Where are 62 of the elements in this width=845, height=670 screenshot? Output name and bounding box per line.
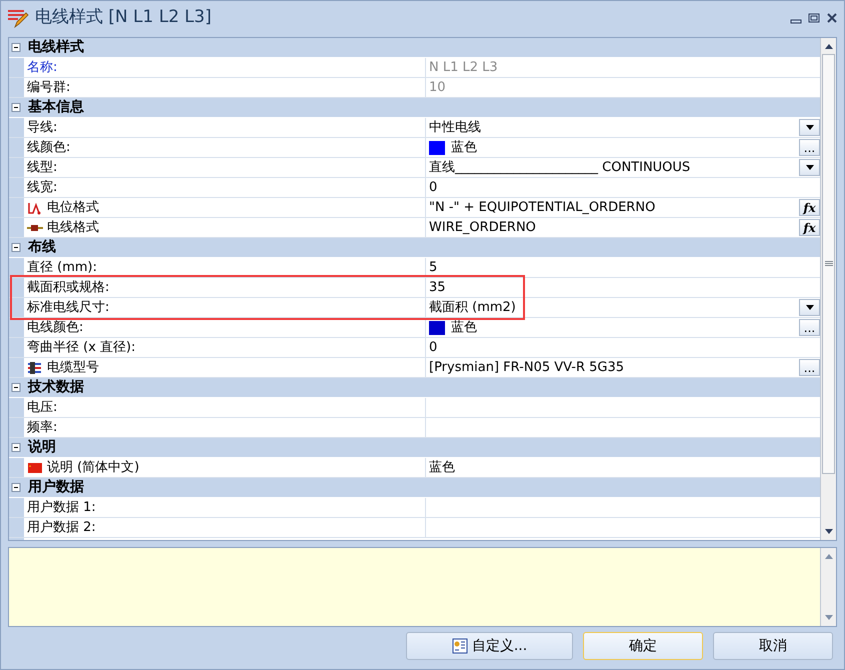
- formula-button[interactable]: fx: [799, 199, 820, 216]
- caret-icon: [806, 165, 814, 170]
- close-icon[interactable]: [826, 12, 838, 24]
- property-label: 线宽:: [27, 178, 58, 197]
- maximize-icon[interactable]: [808, 12, 820, 24]
- property-label: 频率:: [27, 418, 58, 437]
- browse-button[interactable]: ...: [799, 139, 820, 156]
- dialog-button[interactable]: 自定义...: [406, 632, 573, 660]
- property-value: 蓝色: [429, 458, 455, 477]
- caret-icon: [806, 125, 814, 130]
- dropdown-button[interactable]: [799, 119, 820, 136]
- scrollbar[interactable]: [820, 548, 836, 626]
- property-label: 弯曲半径 (x 直径):: [27, 338, 136, 357]
- group-title: 电线样式: [28, 38, 84, 57]
- property-label: 编号群:: [27, 78, 70, 97]
- property-value: 中性电线: [429, 118, 481, 137]
- property-label: 电缆型号: [47, 358, 99, 377]
- property-value: WIRE_ORDERNO: [429, 218, 536, 237]
- grip-icon: [824, 261, 832, 267]
- formula-button[interactable]: fx: [799, 219, 820, 236]
- property-label: 标准电线尺寸:: [27, 298, 110, 317]
- property-label: 用户数据 1:: [27, 498, 96, 517]
- property-value: 5: [429, 258, 438, 277]
- property-value: 截面积 (mm2): [429, 298, 516, 317]
- dropdown-button[interactable]: [799, 159, 820, 176]
- caret-icon: [806, 305, 814, 310]
- group-title: 技术数据: [28, 378, 84, 397]
- property-value: 35: [429, 278, 446, 297]
- group-title: 说明: [28, 438, 56, 457]
- browse-button[interactable]: ...: [799, 359, 820, 376]
- property-value: 0: [429, 178, 438, 197]
- property-label: 说明 (简体中文): [47, 458, 140, 477]
- property-value: 0: [429, 338, 438, 357]
- property-value: 蓝色: [451, 318, 477, 337]
- property-value: 直线______________________ CONTINUOUS: [429, 158, 690, 177]
- property-label: 直径 (mm):: [27, 258, 97, 277]
- property-label: 名称:: [27, 58, 58, 77]
- group-title: 布线: [28, 238, 56, 257]
- property-label: 线型:: [27, 158, 58, 177]
- window-title: 电线样式 [N L1 L2 L3]: [35, 6, 212, 30]
- property-label: 电位格式: [47, 198, 99, 217]
- scrollbar[interactable]: [820, 38, 836, 540]
- group-title: 用户数据: [28, 478, 84, 497]
- group-title: 基本信息: [28, 98, 84, 117]
- dropdown-button[interactable]: [799, 299, 820, 316]
- property-label: 导线:: [27, 118, 58, 137]
- property-label: 电线格式: [47, 218, 99, 237]
- property-label: 用户数据 2:: [27, 518, 96, 537]
- property-value: [Prysmian] FR-N05 VV-R 5G35: [429, 358, 624, 377]
- dialog-button[interactable]: 取消: [713, 632, 833, 660]
- property-label: 截面积或规格:: [27, 278, 110, 297]
- property-value: 蓝色: [451, 138, 477, 157]
- browse-button[interactable]: ...: [799, 319, 820, 336]
- property-value: "N -" + EQUIPOTENTIAL_ORDERNO: [429, 198, 656, 217]
- property-label: 电线颜色:: [27, 318, 84, 337]
- pencil-icon: [7, 7, 29, 29]
- property-value: 10: [429, 78, 446, 97]
- dialog-button[interactable]: 确定: [583, 632, 703, 660]
- scroll-thumb[interactable]: [822, 54, 835, 474]
- property-label: 线颜色:: [27, 138, 70, 157]
- property-label: 电压:: [27, 398, 58, 417]
- property-value: N L1 L2 L3: [429, 58, 498, 77]
